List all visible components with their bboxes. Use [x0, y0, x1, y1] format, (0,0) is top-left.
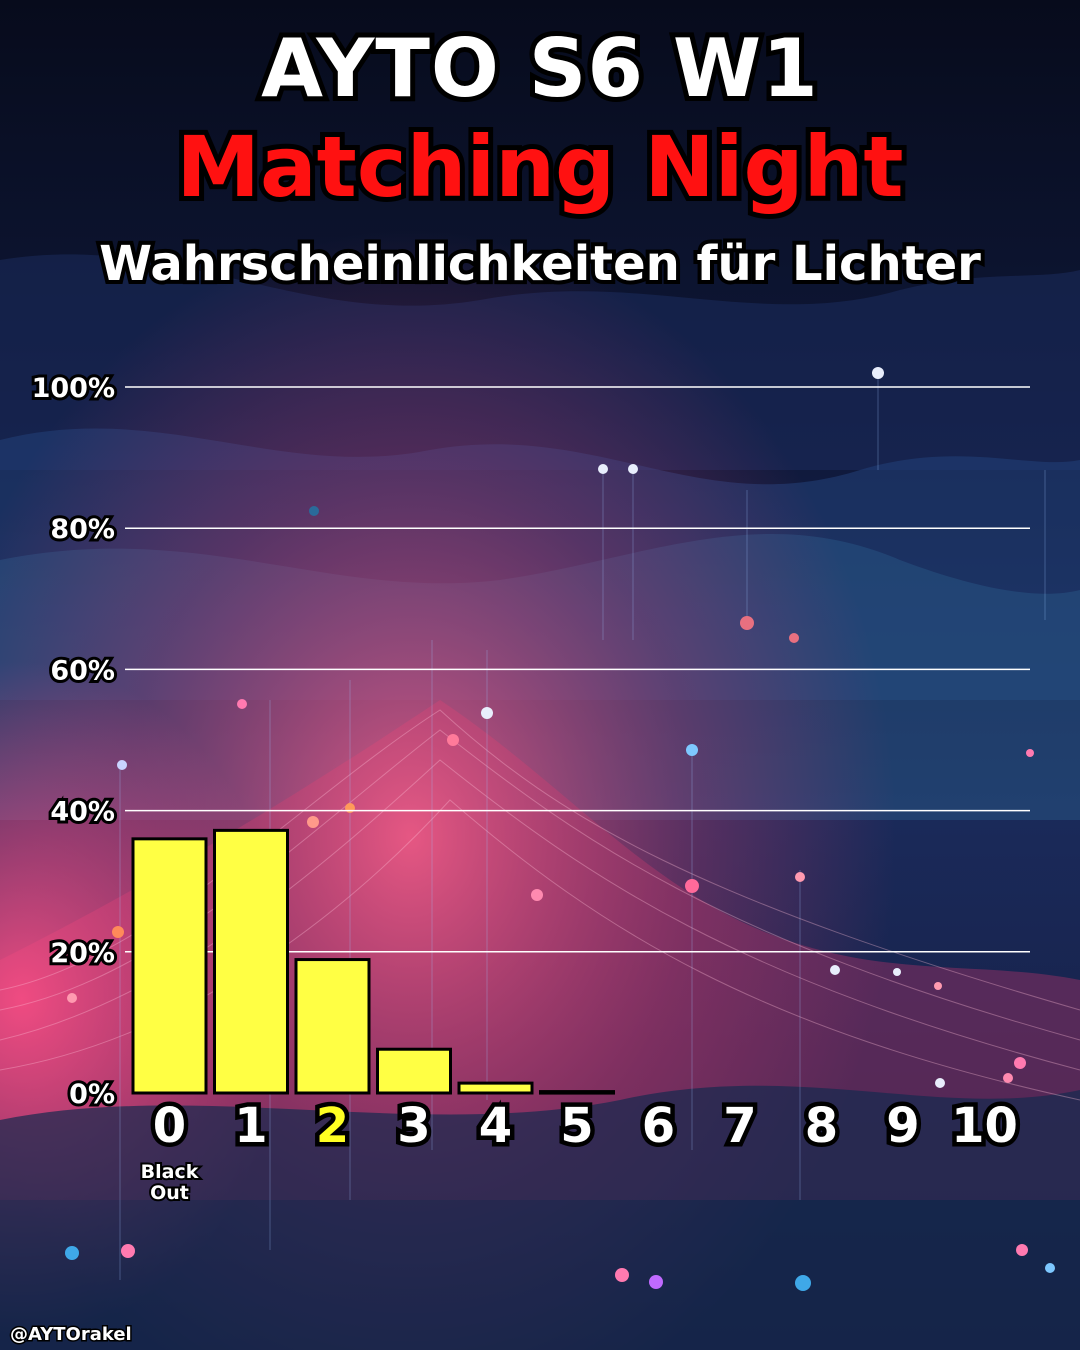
- y-tick-label: 0%: [69, 1079, 115, 1110]
- x-axis-category-labels: 0 1 2 3 4 5 6 7 8 9 10: [148, 1094, 1022, 1159]
- x-tick-label-5: 5: [560, 1098, 593, 1154]
- y-tick-label: 20%: [50, 938, 115, 969]
- bar-3: [376, 1047, 452, 1095]
- x-tick-label-1: 1: [234, 1098, 267, 1154]
- y-tick-label: 80%: [50, 514, 115, 545]
- y-axis-tick-labels: 0% 20% 40% 60% 80% 100%: [29, 370, 118, 1113]
- category-note-0: Out: [150, 1182, 189, 1204]
- x-tick-label-8: 8: [805, 1098, 838, 1154]
- author-handle: @AYTOrakel: [9, 1323, 134, 1347]
- category-note-0: Black: [141, 1161, 199, 1183]
- bar-0: [131, 837, 208, 1095]
- bar-4: [457, 1081, 534, 1095]
- x-tick-label-0: 0: [153, 1098, 186, 1154]
- x-tick-label-3: 3: [397, 1098, 430, 1154]
- bar-1: [213, 828, 289, 1095]
- x-tick-label-2: 2: [316, 1098, 349, 1154]
- x-tick-label-4: 4: [479, 1098, 512, 1154]
- bars: [131, 828, 615, 1095]
- bar-5: [539, 1090, 615, 1095]
- bar-2: [294, 958, 371, 1095]
- y-tick-label: 100%: [32, 373, 115, 404]
- bar-chart: 0% 20% 40% 60% 80% 100% 0 1 2 3 4 5 6 7 8 9 10 BlackOut: [29, 370, 1030, 1206]
- category-notes: BlackOut: [139, 1159, 201, 1206]
- y-tick-label: 40%: [50, 797, 115, 828]
- x-tick-label-9: 9: [886, 1098, 919, 1154]
- x-tick-label-10: 10: [951, 1098, 1018, 1154]
- x-tick-label-6: 6: [642, 1098, 675, 1154]
- y-tick-label: 60%: [50, 655, 115, 686]
- x-tick-label-7: 7: [723, 1098, 756, 1154]
